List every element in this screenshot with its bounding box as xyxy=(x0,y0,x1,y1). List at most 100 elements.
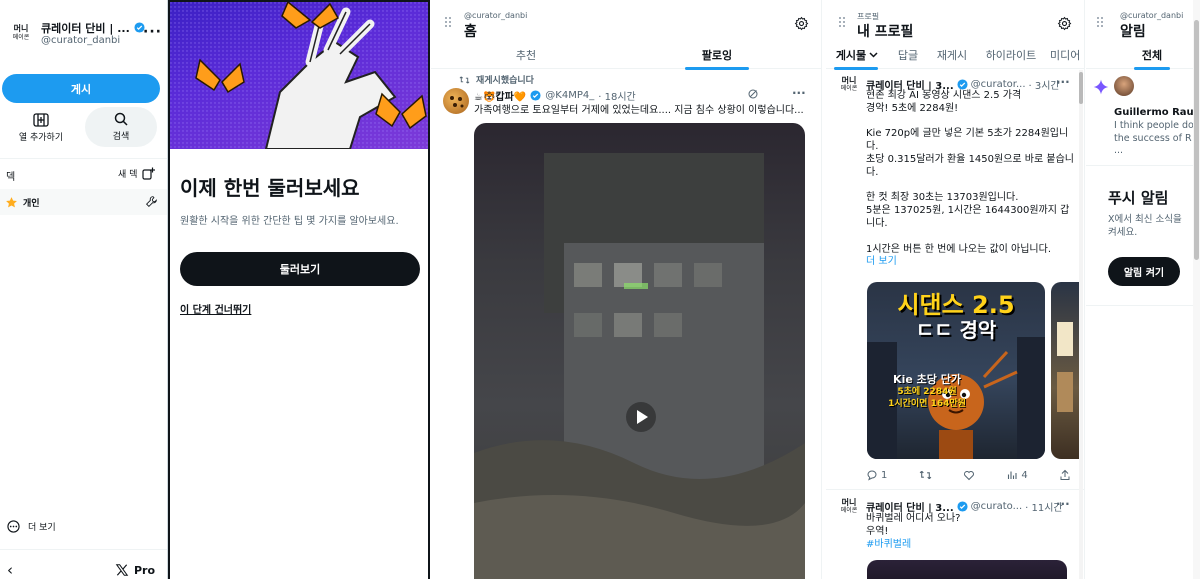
account-logo[interactable]: 머니 메이콘 xyxy=(8,20,34,46)
scrollbar[interactable] xyxy=(1079,70,1083,579)
sparkle-icon xyxy=(1093,79,1109,95)
retweet-icon xyxy=(459,75,470,84)
pro-label: Pro xyxy=(134,563,156,577)
add-column-button[interactable]: 열 추가하기 xyxy=(4,109,78,147)
settings-gear-icon[interactable] xyxy=(794,16,809,31)
tweet-image-1[interactable]: 시댄스 2.5 ㄷㄷ 경악 Kie 초당 단가 5초에 2284원 1시간이면 … xyxy=(867,282,1045,459)
column-handle: @curator_danbi xyxy=(464,11,528,20)
verified-icon xyxy=(957,79,968,90)
tab-following[interactable]: 팔로잉 xyxy=(667,41,767,70)
image-caption-2: 5초에 2284원 xyxy=(897,387,957,397)
x-logo-icon xyxy=(115,564,129,576)
settings-gear-icon[interactable] xyxy=(1057,16,1072,31)
tab-label: 답글 xyxy=(897,49,919,62)
tweet-more-icon[interactable]: ··· xyxy=(1056,497,1070,511)
scrollbar-thumb[interactable] xyxy=(1194,20,1199,260)
like-icon[interactable] xyxy=(963,469,975,481)
tab-recommended[interactable]: 추천 xyxy=(476,41,576,69)
deck-item-personal[interactable]: 개인 xyxy=(0,189,167,215)
logo-line-1: 머니 xyxy=(841,76,857,85)
grok-icon[interactable] xyxy=(747,88,759,100)
tweet-line: 현존 최강 AI 동영상 시댄스 2.5 가격 xyxy=(866,90,1022,101)
tweet-image[interactable] xyxy=(867,560,1067,579)
avatar[interactable] xyxy=(1114,76,1134,96)
notification-author[interactable]: Guillermo Rauc xyxy=(1114,107,1200,118)
play-icon[interactable] xyxy=(626,402,656,432)
logo-line-1: 머니 xyxy=(13,24,29,33)
tour-button[interactable]: 둘러보기 xyxy=(180,252,420,286)
tab-replies[interactable]: 답글 xyxy=(890,41,926,69)
search-icon xyxy=(114,112,128,126)
account-handle: @curator_danbi xyxy=(41,35,121,46)
tweet-more-icon[interactable]: ··· xyxy=(1056,75,1070,89)
views-button[interactable]: 4 xyxy=(1006,469,1028,481)
share-icon[interactable] xyxy=(1059,469,1071,481)
image-subheadline: ㄷㄷ 경악 xyxy=(915,318,997,342)
push-line: 켜세요. xyxy=(1108,227,1138,238)
tab-label: 게시물 xyxy=(835,49,867,62)
tab-label: 팔로잉 xyxy=(701,49,733,62)
drag-handle-icon[interactable] xyxy=(838,16,846,28)
tweet-author-handle[interactable]: @curato... xyxy=(971,501,1022,512)
tab-reposts[interactable]: 재게시 xyxy=(932,41,972,69)
home-column: @curator_danbi 홈 추천 팔로잉 재게시했습니다 ☕🐯캅파🧡 @K… xyxy=(431,0,821,579)
tab-label: 재게시 xyxy=(936,49,968,62)
search-label: 검색 xyxy=(112,132,130,142)
enable-notifications-button[interactable]: 알림 켜기 xyxy=(1108,257,1180,286)
image-caption: Kie 초당 단가 5초에 2284원 1시간이면 164만원 xyxy=(867,374,987,410)
tweet-line: 다. xyxy=(866,166,879,178)
tab-media[interactable]: 미디어 xyxy=(1050,41,1084,69)
retweet-icon[interactable] xyxy=(919,469,932,481)
more-menu[interactable]: 더 보기 xyxy=(7,520,56,533)
onboarding-subtitle: 원활한 시작을 위한 간단한 팁 몇 가지를 알아보세요. xyxy=(180,216,399,227)
account-more-icon[interactable]: ··· xyxy=(143,24,162,40)
tweet-author-handle[interactable]: @K4MP4_ xyxy=(545,90,594,101)
column-title: 홈 xyxy=(464,24,477,40)
tweet-line: 경악! 5초에 2284원! xyxy=(866,102,959,114)
tab-all[interactable]: 전체 xyxy=(1128,41,1176,70)
x-pro-link[interactable]: Pro xyxy=(115,563,155,577)
hashtag-link[interactable]: #바퀴벌레 xyxy=(866,538,960,551)
tweet-line xyxy=(866,180,1071,193)
tweet-author-handle[interactable]: @curator... xyxy=(971,79,1026,90)
onboarding-title: 이제 한번 둘러보세요 xyxy=(180,176,360,200)
tweet-video[interactable] xyxy=(474,123,805,579)
home-tabs: 추천 팔로잉 xyxy=(431,41,821,70)
show-more-link[interactable]: 더 보기 xyxy=(866,256,1071,269)
collapse-icon[interactable]: ‹ xyxy=(7,561,13,579)
drag-handle-icon[interactable] xyxy=(444,16,452,28)
column-title: 내 프로필 xyxy=(857,24,914,40)
notification-text: I think people do the success of R ... xyxy=(1114,120,1194,158)
tweet-text: 현존 최강 AI 동영상 시댄스 2.5 가격 경악! 5초에 2284원! K… xyxy=(866,90,1074,269)
account-name[interactable]: 큐레이터 단비 | ... xyxy=(41,20,145,36)
reply-button[interactable]: 1 xyxy=(866,469,887,481)
profile-tabs: 게시물 답글 재게시 하이라이트 미디어 xyxy=(826,41,1084,70)
tweet-image-2[interactable] xyxy=(1051,282,1079,459)
skip-step-link[interactable]: 이 단계 건너뛰기 xyxy=(180,301,251,316)
scrollbar[interactable] xyxy=(1193,0,1200,579)
logo-line-2: 메이콘 xyxy=(12,34,30,41)
sidebar: 머니 메이콘 큐레이터 단비 | ... @curator_danbi ··· … xyxy=(0,0,167,579)
scrollbar-thumb[interactable] xyxy=(1079,72,1083,104)
tab-posts[interactable]: 게시물 xyxy=(832,41,882,70)
tab-label: 전체 xyxy=(1141,49,1163,62)
notification-line: ... xyxy=(1114,145,1124,156)
avatar[interactable] xyxy=(443,88,469,114)
active-tab-underline xyxy=(1134,67,1170,70)
notifications-column: @curator_danbi 알림 전체 Guillermo Rauc I th… xyxy=(1086,0,1200,579)
reply-count: 1 xyxy=(881,469,888,481)
wrench-icon[interactable] xyxy=(145,195,158,208)
avatar[interactable]: 머니 메이콘 xyxy=(838,77,860,99)
account-name-text: 큐레이터 단비 | ... xyxy=(41,22,130,35)
drag-handle-icon[interactable] xyxy=(1096,16,1104,28)
column-handle: @curator_danbi xyxy=(1120,11,1184,20)
tweet-text: 바퀴벌레 어디서 오나? 우역! #바퀴벌레 xyxy=(866,512,960,551)
new-deck-button[interactable]: 새 덱 xyxy=(118,167,156,180)
views-icon xyxy=(1008,471,1017,479)
search-button[interactable]: 검색 xyxy=(85,107,157,147)
post-button[interactable]: 게시 xyxy=(2,74,160,103)
avatar[interactable]: 머니 메이콘 xyxy=(838,499,860,521)
tab-highlights[interactable]: 하이라이트 xyxy=(982,41,1040,69)
new-deck-label: 새 덱 xyxy=(118,170,138,180)
tweet-more-icon[interactable]: ··· xyxy=(792,86,806,100)
